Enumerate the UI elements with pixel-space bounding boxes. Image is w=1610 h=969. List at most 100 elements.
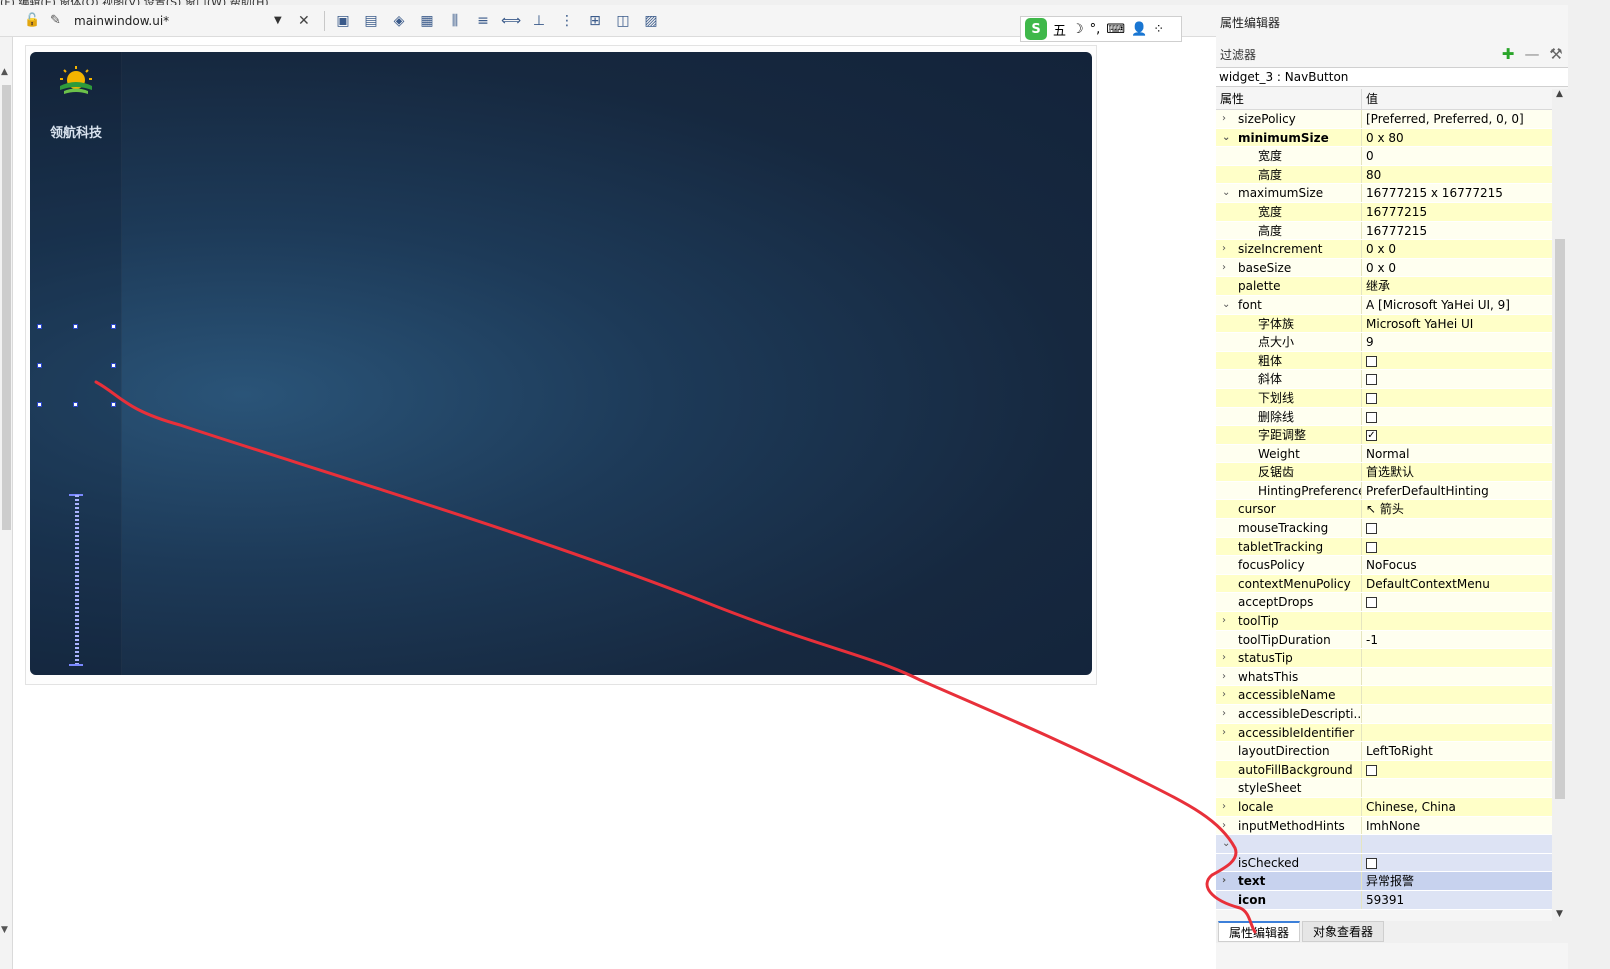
property-value[interactable]: 59391 (1362, 891, 1552, 909)
property-row[interactable]: contextMenuPolicy DefaultContextMenu (1216, 574, 1552, 594)
property-value[interactable] (1362, 835, 1552, 853)
edit-widgets-button[interactable]: ▣ (331, 10, 355, 32)
chevron-down-icon[interactable]: ⌄ (1222, 835, 1230, 853)
checkbox[interactable] (1366, 541, 1377, 553)
property-row[interactable]: › whatsThis (1216, 667, 1552, 687)
punctuation-icon[interactable]: °, (1090, 22, 1101, 37)
property-row[interactable]: 高度 80 (1216, 165, 1552, 185)
close-icon[interactable]: ✕ (298, 13, 318, 29)
property-row[interactable]: 宽度 16777215 (1216, 202, 1552, 222)
property-row[interactable]: › statusTip (1216, 649, 1552, 668)
scroll-up-icon[interactable]: ▲ (1, 67, 8, 77)
edit-buddies-button[interactable]: ◈ (387, 10, 411, 32)
file-name[interactable]: mainwindow.ui* (74, 14, 274, 28)
checkbox[interactable] (1366, 764, 1377, 776)
scroll-up-icon[interactable]: ▲ (1556, 89, 1563, 99)
property-row[interactable]: 删除线 (1216, 407, 1552, 427)
chevron-down-icon[interactable]: ⌄ (1222, 184, 1230, 202)
property-row[interactable]: isChecked (1216, 853, 1552, 873)
property-value[interactable]: 16777215 x 16777215 (1362, 184, 1552, 202)
property-row[interactable]: 反锯齿 首选默认 (1216, 463, 1552, 482)
property-row[interactable]: › toolTip (1216, 612, 1552, 631)
property-row[interactable]: toolTipDuration -1 (1216, 630, 1552, 650)
property-row[interactable]: layoutDirection LeftToRight (1216, 742, 1552, 761)
property-row[interactable]: Weight Normal (1216, 444, 1552, 464)
selection-handle[interactable] (111, 363, 116, 368)
checkbox[interactable] (1366, 523, 1377, 535)
property-value[interactable] (1362, 389, 1552, 407)
checkbox[interactable] (1366, 355, 1377, 367)
property-row[interactable]: › locale Chinese, China (1216, 797, 1552, 817)
remove-property-icon[interactable]: — (1520, 45, 1544, 63)
property-value[interactable]: NoFocus (1362, 556, 1552, 574)
chevron-right-icon[interactable]: › (1222, 686, 1226, 704)
property-row[interactable]: 下划线 (1216, 388, 1552, 408)
selection-handle[interactable] (111, 324, 116, 329)
chevron-right-icon[interactable]: › (1222, 612, 1226, 630)
edit-tab-order-button[interactable]: ▦ (415, 10, 439, 32)
property-row[interactable]: 粗体 (1216, 351, 1552, 371)
column-header-property[interactable]: 属性 (1216, 89, 1362, 109)
break-layout-button[interactable]: ◫ (611, 10, 635, 32)
layout-grid-button[interactable]: ⊞ (583, 10, 607, 32)
property-row[interactable]: › accessibleName (1216, 686, 1552, 705)
lock-icon[interactable]: 🔓 (24, 13, 44, 28)
chevron-right-icon[interactable]: › (1222, 872, 1226, 890)
scroll-down-icon[interactable]: ▼ (1, 925, 8, 935)
property-value[interactable] (1362, 724, 1552, 742)
chevron-down-icon[interactable]: ⌄ (1222, 296, 1230, 314)
keyboard-icon[interactable]: ⌨ (1106, 22, 1125, 37)
property-value[interactable]: Microsoft YaHei UI (1362, 315, 1552, 333)
property-value[interactable]: [Preferred, Preferred, 0, 0] (1362, 110, 1552, 128)
chevron-down-icon[interactable]: ⌄ (1222, 129, 1230, 147)
property-row[interactable]: autoFillBackground (1216, 760, 1552, 780)
left-scrollbar[interactable]: ▲ ▼ (0, 37, 13, 969)
user-icon[interactable]: 👤 (1131, 22, 1147, 37)
property-row[interactable]: 点大小 9 (1216, 333, 1552, 352)
grid-icon[interactable]: ⁘ (1153, 22, 1164, 37)
chevron-right-icon[interactable]: › (1222, 649, 1226, 667)
moon-icon[interactable]: ☽ (1072, 22, 1084, 37)
property-row[interactable]: › inputMethodHints ImhNone (1216, 816, 1552, 836)
property-value[interactable]: 0 x 0 (1362, 259, 1552, 277)
column-header-value[interactable]: 值 (1362, 89, 1552, 109)
scroll-down-icon[interactable]: ▼ (1556, 909, 1563, 919)
property-value[interactable] (1362, 408, 1552, 426)
property-value[interactable]: 异常报警 (1362, 872, 1552, 890)
property-value[interactable]: ImhNone (1362, 817, 1552, 835)
property-row[interactable]: › text 异常报警 (1216, 872, 1552, 891)
layout-horizontal-button[interactable]: ⫼ (443, 10, 467, 32)
property-value[interactable]: 首选默认 (1362, 463, 1552, 481)
property-row[interactable]: ⌄ maximumSize 16777215 x 16777215 (1216, 184, 1552, 203)
property-value[interactable]: 0 x 0 (1362, 240, 1552, 258)
property-value[interactable]: 16777215 (1362, 222, 1552, 240)
chevron-right-icon[interactable]: › (1222, 668, 1226, 686)
chevron-right-icon[interactable]: › (1222, 724, 1226, 742)
chevron-right-icon[interactable]: › (1222, 705, 1226, 723)
property-row[interactable]: › accessibleDescripti... (1216, 705, 1552, 724)
property-value[interactable]: ↖ 箭头 (1362, 500, 1552, 518)
property-value[interactable] (1362, 761, 1552, 779)
main-window-form[interactable]: 领航科技 (30, 52, 1092, 675)
property-value[interactable]: A [Microsoft YaHei UI, 9] (1362, 296, 1552, 314)
property-row[interactable]: icon 59391 (1216, 890, 1552, 910)
selection-handle[interactable] (73, 324, 78, 329)
property-value[interactable] (1362, 519, 1552, 537)
property-row[interactable]: ⌄ font A [Microsoft YaHei UI, 9] (1216, 295, 1552, 315)
layout-v-splitter-button[interactable]: ⊥ (527, 10, 551, 32)
add-property-icon[interactable]: ✚ (1496, 45, 1520, 63)
selection-handle[interactable] (37, 363, 42, 368)
property-row[interactable]: focusPolicy NoFocus (1216, 556, 1552, 575)
selection-handle[interactable] (37, 402, 42, 407)
property-value[interactable] (1362, 649, 1552, 667)
property-row[interactable]: palette 继承 (1216, 277, 1552, 296)
property-row[interactable]: acceptDrops (1216, 593, 1552, 613)
property-value[interactable]: PreferDefaultHinting (1362, 482, 1552, 500)
property-value[interactable]: 0 x 80 (1362, 129, 1552, 147)
property-row[interactable]: tabletTracking (1216, 537, 1552, 557)
chevron-right-icon[interactable]: › (1222, 240, 1226, 258)
property-value[interactable] (1362, 705, 1552, 723)
property-value[interactable]: 9 (1362, 333, 1552, 351)
ime-toolbar[interactable]: S 五 ☽ °, ⌨ 👤 ⁘ (1020, 16, 1182, 42)
property-row[interactable]: › accessibleIdentifier (1216, 723, 1552, 743)
